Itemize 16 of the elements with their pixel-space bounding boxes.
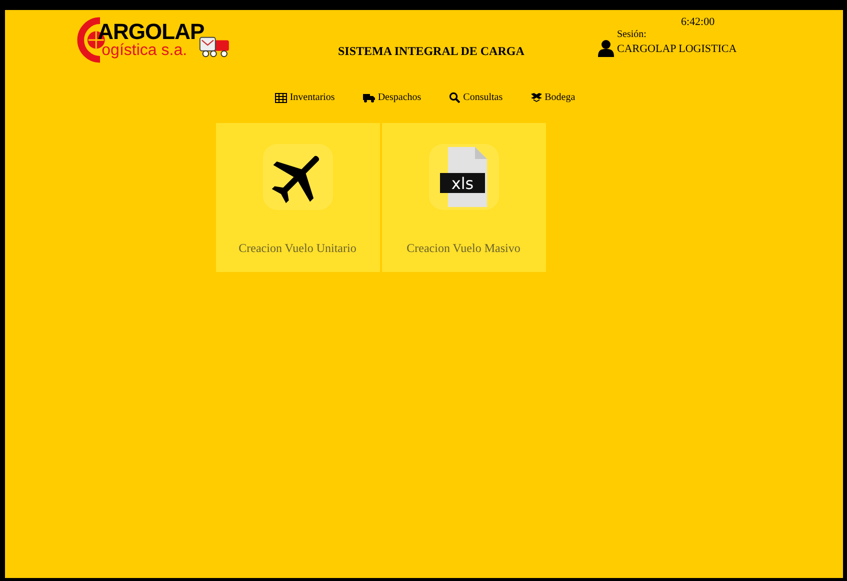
clock-time: 6:42:00 bbox=[681, 16, 716, 28]
user-icon bbox=[598, 39, 614, 58]
nav-link[interactable]: Despachos bbox=[362, 92, 422, 103]
nav-link[interactable]: Bodega bbox=[530, 92, 576, 103]
search-icon bbox=[449, 92, 460, 103]
truck-icon bbox=[362, 92, 375, 102]
session-user: CARGOLAP LOGISTICA bbox=[617, 42, 737, 57]
nav-link[interactable]: Consultas bbox=[449, 92, 503, 103]
system-title: SISTEMA INTEGRAL DE CARGA bbox=[338, 44, 526, 59]
logo-tagline: ogística s.a. bbox=[102, 43, 188, 59]
session-label: Sesión: bbox=[617, 28, 648, 42]
logo-wordmark: ARGOLAP bbox=[98, 21, 204, 43]
nav-link[interactable]: Inventarios bbox=[274, 92, 335, 103]
menu-card[interactable]: xls Creacion Vuelo Masivo bbox=[382, 123, 546, 272]
menu-card[interactable]: Creacion Vuelo Unitario bbox=[216, 123, 380, 272]
table-icon bbox=[274, 92, 287, 102]
